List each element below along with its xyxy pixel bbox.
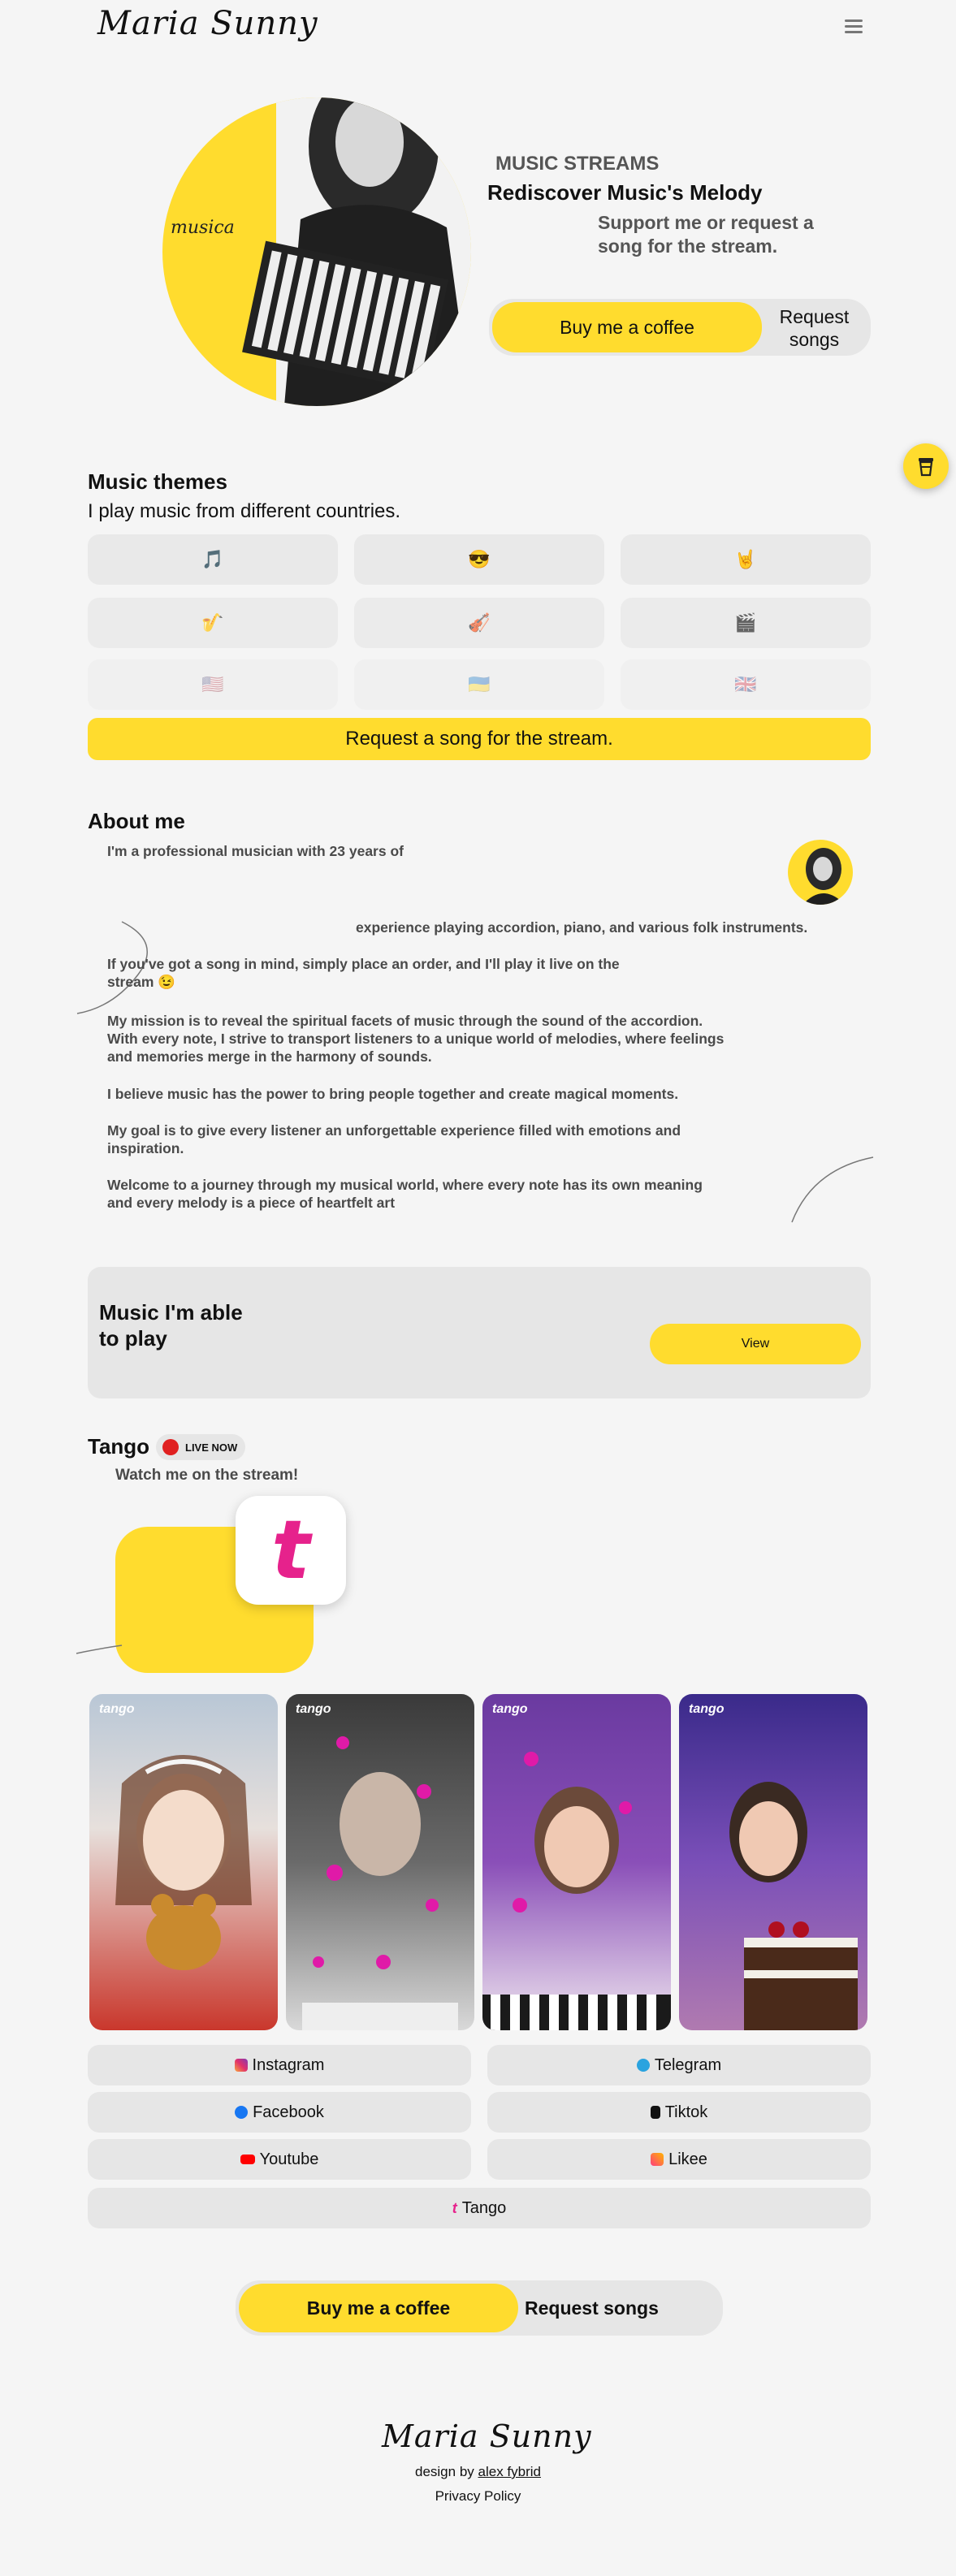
theme-tile-film[interactable]: 🎬 xyxy=(621,598,871,648)
footer-logo: Maria Sunny xyxy=(382,2418,592,2454)
tango-small-icon: t xyxy=(452,2199,457,2216)
header-logo[interactable]: Maria Sunny xyxy=(97,5,318,42)
view-button[interactable]: View xyxy=(650,1324,861,1364)
request-songs-button[interactable]: Request songs xyxy=(764,302,865,352)
youtube-label: Youtube xyxy=(259,2150,319,2168)
request-song-label: Request a song for the stream. xyxy=(345,728,613,750)
theme-tile-cool[interactable]: 😎 xyxy=(354,534,604,585)
violin-icon: 🎻 xyxy=(468,612,491,633)
likee-icon xyxy=(651,2153,664,2166)
theme-tile-ua[interactable]: 🇺🇦 xyxy=(354,659,604,710)
request-songs-label: Request songs xyxy=(779,306,850,350)
thumb-brand-label: tango xyxy=(296,1702,331,1716)
telegram-link[interactable]: Telegram xyxy=(487,2045,871,2085)
about-p4: I believe music has the power to bring p… xyxy=(107,1086,679,1102)
coffee-cup-icon xyxy=(919,458,933,477)
theme-tile-violin[interactable]: 🎻 xyxy=(354,598,604,648)
tiktok-label: Tiktok xyxy=(664,2103,708,2121)
hero-subtitle: Support me or request a song for the str… xyxy=(598,212,814,257)
thumb-brand-label: tango xyxy=(492,1702,528,1716)
about-title: About me xyxy=(88,809,185,833)
live-badge: LIVE NOW xyxy=(156,1434,245,1460)
bottom-request-songs-button[interactable]: Request songs xyxy=(525,2284,712,2332)
privacy-policy-link[interactable]: Privacy Policy xyxy=(0,2488,956,2505)
tango-label: Tango xyxy=(461,2198,507,2217)
hero-kicker: MUSIC STREAMS xyxy=(495,153,660,175)
instagram-label: Instagram xyxy=(252,2055,325,2074)
hero-photo-caption: musica xyxy=(171,218,235,238)
about-p2: If you've got a song in mind, simply pla… xyxy=(107,956,620,990)
thumb-brand-label: tango xyxy=(689,1702,725,1716)
instagram-link[interactable]: Instagram xyxy=(88,2045,471,2085)
instagram-icon xyxy=(234,2059,248,2072)
request-song-button[interactable]: Request a song for the stream. xyxy=(88,718,871,760)
bottom-buy-coffee-label: Buy me a coffee xyxy=(306,2297,451,2319)
us-flag-icon: 🇺🇸 xyxy=(201,674,224,694)
design-by-label: design by xyxy=(415,2464,474,2479)
youtube-icon xyxy=(240,2155,255,2164)
view-label: View xyxy=(741,1337,770,1351)
theme-tile-music[interactable]: 🎵 xyxy=(88,534,338,585)
about-avatar xyxy=(788,840,853,905)
floating-coffee-button[interactable] xyxy=(903,443,949,489)
likee-label: Likee xyxy=(668,2150,707,2168)
stream-thumbnail[interactable]: tango xyxy=(286,1694,474,2030)
clapperboard-icon: 🎬 xyxy=(734,612,757,633)
designer-link[interactable]: alex fybrid xyxy=(478,2464,541,2479)
music-note-icon: 🎵 xyxy=(201,549,224,569)
theme-tile-sax[interactable]: 🎷 xyxy=(88,598,338,648)
tango-app-icon[interactable]: t xyxy=(236,1496,346,1605)
live-label: LIVE NOW xyxy=(185,1441,238,1454)
themes-subtitle: I play music from different countries. xyxy=(88,500,401,522)
facebook-icon xyxy=(235,2106,249,2119)
themes-title: Music themes xyxy=(88,469,227,494)
sunglasses-icon: 😎 xyxy=(468,549,491,569)
stream-thumbnail[interactable]: tango xyxy=(89,1694,278,2030)
hero-title: Rediscover Music's Melody xyxy=(487,180,763,205)
about-p1a: I'm a professional musician with 23 year… xyxy=(107,843,404,859)
about-p6: Welcome to a journey through my musical … xyxy=(107,1177,703,1211)
rock-hand-icon: 🤘 xyxy=(734,549,757,569)
theme-tile-gb[interactable]: 🇬🇧 xyxy=(621,659,871,710)
stream-thumbnail[interactable]: tango xyxy=(482,1694,671,2030)
tango-subtitle: Watch me on the stream! xyxy=(115,1467,299,1484)
bottom-buy-coffee-button[interactable]: Buy me a coffee xyxy=(239,2284,518,2332)
hamburger-icon[interactable] xyxy=(845,19,863,34)
tiktok-icon xyxy=(650,2106,660,2119)
tango-title: Tango xyxy=(88,1434,150,1459)
uk-flag-icon: 🇬🇧 xyxy=(734,674,757,694)
youtube-link[interactable]: Youtube xyxy=(88,2139,471,2180)
likee-link[interactable]: Likee xyxy=(487,2139,871,2180)
ukraine-flag-icon: 🇺🇦 xyxy=(468,674,491,694)
decor-curve-right xyxy=(791,1156,874,1223)
bottom-request-songs-label: Request songs xyxy=(525,2297,659,2319)
telegram-label: Telegram xyxy=(654,2055,722,2074)
saxophone-icon: 🎷 xyxy=(201,612,224,633)
music-card-title: Music I'm able to play xyxy=(99,1300,243,1351)
decor-curve-tango xyxy=(76,1645,123,1654)
buy-coffee-label: Buy me a coffee xyxy=(560,316,694,338)
about-p5: My goal is to give every listener an unf… xyxy=(107,1122,681,1156)
tango-link[interactable]: t Tango xyxy=(88,2188,871,2228)
about-p3: My mission is to reveal the spiritual fa… xyxy=(107,1013,725,1065)
theme-tile-rock[interactable]: 🤘 xyxy=(621,534,871,585)
live-dot-icon xyxy=(162,1439,179,1455)
buy-coffee-button[interactable]: Buy me a coffee xyxy=(492,302,762,352)
about-p1b: experience playing accordion, piano, and… xyxy=(356,919,808,936)
telegram-icon xyxy=(636,2059,650,2072)
tango-logo-icon: t xyxy=(271,1502,310,1597)
stream-thumbnail[interactable]: tango xyxy=(679,1694,867,2030)
facebook-label: Facebook xyxy=(253,2103,324,2121)
tiktok-link[interactable]: Tiktok xyxy=(487,2092,871,2133)
theme-tile-us[interactable]: 🇺🇸 xyxy=(88,659,338,710)
thumb-brand-label: tango xyxy=(99,1702,135,1716)
footer-credit: design by alex fybrid xyxy=(0,2464,956,2480)
facebook-link[interactable]: Facebook xyxy=(88,2092,471,2133)
